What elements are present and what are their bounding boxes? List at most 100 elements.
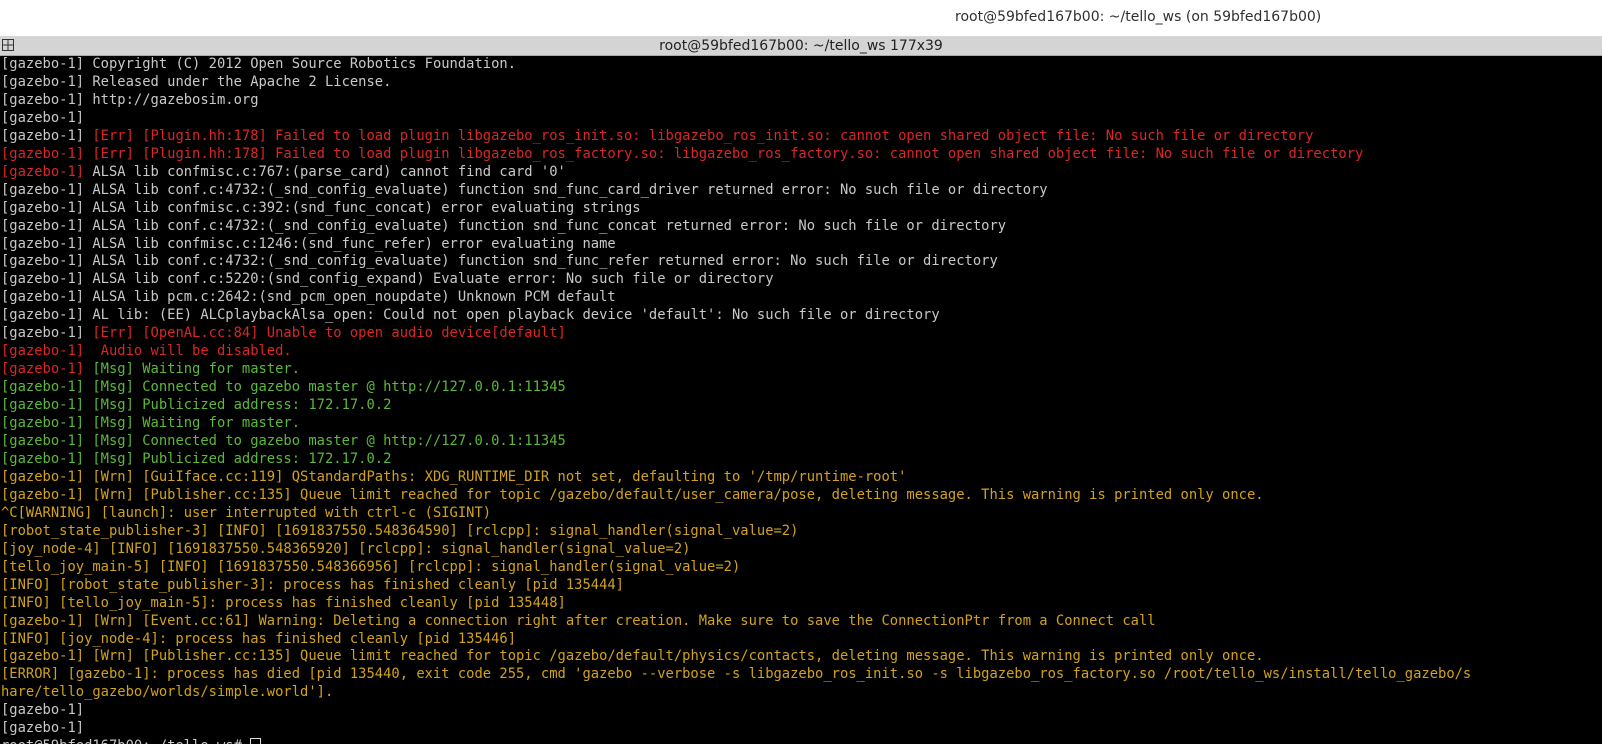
- line-prefix: [gazebo-1]: [1, 343, 93, 360]
- line-prefix: [gazebo-1]: [1, 217, 93, 234]
- line-text: [tello_joy_main-5] [INFO] [1691837550.54…: [1, 558, 741, 575]
- terminal-line: [gazebo-1] ALSA lib conf.c:4732:(_snd_co…: [0, 253, 1602, 271]
- line-prefix: [gazebo-1]: [1, 468, 93, 485]
- line-prefix: [gazebo-1]: [1, 127, 93, 144]
- terminal-output[interactable]: [gazebo-1] Copyright (C) 2012 Open Sourc…: [0, 56, 1602, 744]
- line-text: ALSA lib confmisc.c:1246:(snd_func_refer…: [92, 235, 616, 252]
- terminal-line: [gazebo-1]: [0, 110, 1602, 128]
- terminal-line: [gazebo-1] ALSA lib conf.c:5220:(snd_con…: [0, 271, 1602, 289]
- line-text: [Err] [Plugin.hh:178] Failed to load plu…: [92, 145, 1364, 162]
- line-text: ALSA lib conf.c:4732:(_snd_config_evalua…: [92, 181, 1048, 198]
- line-text: [Err] [OpenAL.cc:84] Unable to open audi…: [92, 325, 566, 342]
- terminal-line: [joy_node-4] [INFO] [1691837550.54836592…: [0, 541, 1602, 559]
- line-text: [Msg] Connected to gazebo master @ http:…: [92, 379, 566, 396]
- terminal-line: [gazebo-1] [Msg] Connected to gazebo mas…: [0, 379, 1602, 397]
- line-text: [Wrn] [Publisher.cc:135] Queue limit rea…: [92, 486, 1264, 503]
- line-prefix: [gazebo-1]: [1, 379, 93, 396]
- terminal-line: [gazebo-1] Copyright (C) 2012 Open Sourc…: [0, 56, 1602, 74]
- terminal-line: [gazebo-1] AL lib: (EE) ALCplaybackAlsa_…: [0, 307, 1602, 325]
- terminal-titlebar[interactable]: root@59bfed167b00: ~/tello_ws 177x39: [0, 37, 1602, 56]
- line-prefix: [gazebo-1]: [1, 307, 93, 324]
- terminal-line: [INFO] [joy_node-4]: process has finishe…: [0, 631, 1602, 649]
- shell-prompt: root@59bfed167b00:~/tello_ws#: [1, 738, 250, 744]
- line-text: Audio will be disabled.: [92, 343, 292, 360]
- line-prefix: [gazebo-1]: [1, 702, 85, 719]
- line-prefix: [gazebo-1]: [1, 91, 93, 108]
- terminal-line: [INFO] [tello_joy_main-5]: process has f…: [0, 595, 1602, 613]
- line-prefix: [gazebo-1]: [1, 486, 93, 503]
- line-prefix: [gazebo-1]: [1, 450, 93, 467]
- line-text: [INFO] [robot_state_publisher-3]: proces…: [1, 576, 624, 593]
- terminal-line: [gazebo-1] ALSA lib conf.c:4732:(_snd_co…: [0, 218, 1602, 236]
- terminal-line: [gazebo-1] ALSA lib confmisc.c:1246:(snd…: [0, 236, 1602, 254]
- window-title: root@59bfed167b00: ~/tello_ws (on 59bfed…: [955, 9, 1322, 25]
- line-text: [robot_state_publisher-3] [INFO] [169183…: [1, 522, 799, 539]
- line-text: [Wrn] [Event.cc:61] Warning: Deleting a …: [92, 612, 1156, 629]
- terminal-line: [gazebo-1] [Msg] Publicized address: 172…: [0, 397, 1602, 415]
- terminal-line: [gazebo-1] [Msg] Waiting for master.: [0, 361, 1602, 379]
- terminal-line: [gazebo-1] http://gazebosim.org: [0, 92, 1602, 110]
- line-prefix: [gazebo-1]: [1, 253, 93, 270]
- window-titlebar[interactable]: root@59bfed167b00: ~/tello_ws (on 59bfed…: [0, 0, 1602, 37]
- line-text: [ERROR] [gazebo-1]: process has died [pi…: [1, 666, 1472, 683]
- terminal-line: [gazebo-1]: [0, 702, 1602, 720]
- line-text: ALSA lib pcm.c:2642:(snd_pcm_open_noupda…: [92, 289, 616, 306]
- line-prefix: [gazebo-1]: [1, 181, 93, 198]
- terminal-title: root@59bfed167b00: ~/tello_ws 177x39: [659, 38, 943, 54]
- terminal-line: [gazebo-1] [Wrn] [Event.cc:61] Warning: …: [0, 613, 1602, 631]
- line-prefix: [gazebo-1]: [1, 235, 93, 252]
- line-text: [INFO] [joy_node-4]: process has finishe…: [1, 630, 516, 647]
- line-text: AL lib: (EE) ALCplaybackAlsa_open: Could…: [92, 307, 940, 324]
- prompt-line[interactable]: root@59bfed167b00:~/tello_ws#: [0, 738, 1602, 744]
- line-text: [Msg] Publicized address: 172.17.0.2: [92, 450, 392, 467]
- terminal-line: [tello_joy_main-5] [INFO] [1691837550.54…: [0, 559, 1602, 577]
- terminal-line: [INFO] [robot_state_publisher-3]: proces…: [0, 577, 1602, 595]
- line-prefix: [gazebo-1]: [1, 433, 93, 450]
- terminal-line: [gazebo-1] ALSA lib confmisc.c:392:(snd_…: [0, 200, 1602, 218]
- line-text: ALSA lib conf.c:5220:(snd_config_expand)…: [92, 271, 774, 288]
- line-text: [INFO] [tello_joy_main-5]: process has f…: [1, 594, 566, 611]
- line-text: [Wrn] [GuiIface.cc:119] QStandardPaths: …: [92, 468, 907, 485]
- line-prefix: [gazebo-1]: [1, 56, 93, 72]
- line-prefix: [gazebo-1]: [1, 397, 93, 414]
- line-text: [WARNING] [launch]: user interrupted wit…: [17, 504, 492, 521]
- line-prefix: [gazebo-1]: [1, 199, 93, 216]
- terminal-line: [gazebo-1] Released under the Apache 2 L…: [0, 74, 1602, 92]
- terminal-line: [gazebo-1] [Wrn] [GuiIface.cc:119] QStan…: [0, 469, 1602, 487]
- terminal-line: ^C[WARNING] [launch]: user interrupted w…: [0, 505, 1602, 523]
- line-text: ALSA lib conf.c:4732:(_snd_config_evalua…: [92, 217, 1007, 234]
- line-text: [Err] [Plugin.hh:178] Failed to load plu…: [92, 127, 1314, 144]
- line-prefix: [gazebo-1]: [1, 163, 93, 180]
- line-prefix: [gazebo-1]: [1, 271, 93, 288]
- terminal-line: [gazebo-1] [Msg] Waiting for master.: [0, 415, 1602, 433]
- line-prefix: [gazebo-1]: [1, 289, 93, 306]
- line-text: ALSA lib confmisc.c:392:(snd_func_concat…: [92, 199, 641, 216]
- terminal-line: [gazebo-1] Audio will be disabled.: [0, 343, 1602, 361]
- terminal-line: [robot_state_publisher-3] [INFO] [169183…: [0, 523, 1602, 541]
- line-text: Released under the Apache 2 License.: [92, 73, 392, 90]
- line-prefix: [gazebo-1]: [1, 361, 93, 378]
- line-text: ALSA lib conf.c:4732:(_snd_config_evalua…: [92, 253, 998, 270]
- line-prefix: [gazebo-1]: [1, 720, 85, 737]
- terminal-line: [gazebo-1]: [0, 720, 1602, 738]
- line-text: [joy_node-4] [INFO] [1691837550.54836592…: [1, 540, 691, 557]
- terminal-line: [gazebo-1] [Msg] Publicized address: 172…: [0, 451, 1602, 469]
- line-text: [Msg] Waiting for master.: [92, 415, 301, 432]
- terminal-line: [ERROR] [gazebo-1]: process has died [pi…: [0, 666, 1602, 684]
- line-text: ALSA lib confmisc.c:767:(parse_card) can…: [92, 163, 566, 180]
- terminal-line: [gazebo-1] [Err] [Plugin.hh:178] Failed …: [0, 128, 1602, 146]
- line-text: [Msg] Publicized address: 172.17.0.2: [92, 397, 392, 414]
- terminal-line: [gazebo-1] [Wrn] [Publisher.cc:135] Queu…: [0, 648, 1602, 666]
- line-prefix: [gazebo-1]: [1, 109, 85, 126]
- line-prefix: [gazebo-1]: [1, 145, 93, 162]
- line-text: http://gazebosim.org: [92, 91, 259, 108]
- line-text: [Wrn] [Publisher.cc:135] Queue limit rea…: [92, 648, 1264, 665]
- terminal-line: [gazebo-1] [Wrn] [Publisher.cc:135] Queu…: [0, 487, 1602, 505]
- terminal-line: [gazebo-1] ALSA lib confmisc.c:767:(pars…: [0, 164, 1602, 182]
- line-prefix: [gazebo-1]: [1, 612, 93, 629]
- terminal-line: [gazebo-1] [Err] [Plugin.hh:178] Failed …: [0, 146, 1602, 164]
- line-prefix: [gazebo-1]: [1, 73, 93, 90]
- line-text: Copyright (C) 2012 Open Source Robotics …: [92, 56, 517, 72]
- line-text: [Msg] Waiting for master.: [92, 361, 301, 378]
- line-text: hare/tello_gazebo/worlds/simple.world'].: [1, 684, 334, 701]
